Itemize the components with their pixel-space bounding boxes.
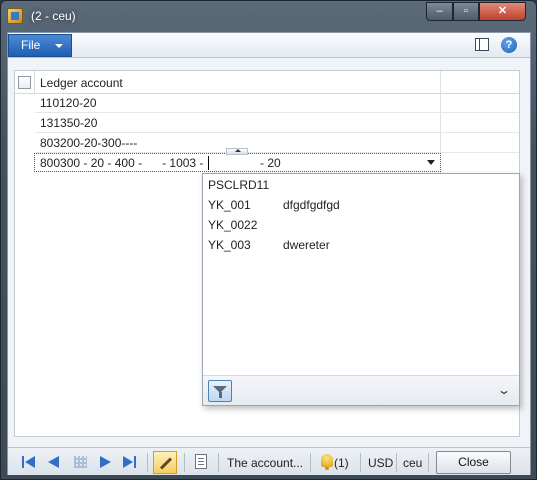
title-bar[interactable]: (2 - ceu) – ▫ ✕ [1,1,536,31]
file-menu-button[interactable]: File [8,34,72,57]
next-record-icon[interactable] [100,454,112,470]
filter-icon[interactable] [208,380,232,402]
text-cursor [208,156,209,170]
divider [184,453,185,472]
close-button[interactable]: Close [436,451,511,474]
layout-toggle-icon[interactable] [475,38,489,51]
dropdown-arrow-icon[interactable] [427,160,435,165]
ledger-account-cell: 131350-20 [40,116,98,130]
first-record-icon[interactable] [22,454,36,470]
attachments-icon[interactable] [195,454,207,469]
lookup-item-code: YK_003 [208,238,251,252]
ledger-account-cell: 110120-20 [40,96,97,110]
lookup-item[interactable]: PSCLRD11 [203,175,519,195]
chevron-down-icon [55,44,63,48]
ribbon: File ? [8,33,530,58]
divider [310,453,311,472]
file-menu-label: File [21,38,41,52]
divider [428,453,429,472]
segment-expand-handle[interactable] [226,148,248,155]
lookup-item[interactable]: YK_0022 [203,215,519,235]
window-title: (2 - ceu) [31,9,76,23]
currency-indicator[interactable]: USD [368,456,393,470]
chevron-down-icon[interactable]: ⌄ [497,383,511,397]
last-record-icon[interactable] [123,454,137,470]
divider [360,453,361,472]
app-icon [7,8,23,24]
select-all-checkbox[interactable] [18,76,31,89]
ledger-account-cell: 803200-20-300---- [40,136,138,150]
lookup-item-code: YK_0022 [208,218,258,232]
lookup-item-code: YK_001 [208,198,251,212]
close-window-button[interactable]: ✕ [479,2,526,21]
lookup-footer: ⌄ [203,375,519,405]
grid-header: Ledger account [15,71,519,94]
form-client-area: File ? Ledger account 110120-20 131350-2… [7,32,531,475]
application-window: (2 - ceu) – ▫ ✕ File ? Ledger account 11… [0,0,537,480]
notification-count[interactable]: (1) [334,456,349,470]
maximize-button[interactable]: ▫ [453,2,479,21]
status-message[interactable]: The account... [227,456,303,470]
lookup-item-description: dfgdfgdfgd [283,198,340,212]
table-row[interactable]: 110120-20 [35,93,519,113]
column-header-ledger-account[interactable]: Ledger account [40,76,123,90]
header-divider [34,71,35,94]
lookup-item[interactable]: YK_001 dfgdfgdfgd [203,195,519,215]
edit-mode-button[interactable] [153,451,177,474]
pencil-icon [159,457,173,470]
help-icon[interactable]: ? [501,37,517,53]
ledger-account-segment-editor[interactable]: 800300 - 20 - 400 - - 1003 - - 20 [34,148,441,172]
company-indicator[interactable]: ceu [403,456,422,470]
segment-text-before-cursor: 800300 - 20 - 400 - - 1003 - [40,156,204,170]
divider [396,453,397,472]
previous-record-icon[interactable] [48,454,60,470]
segment-text-after-cursor: - 20 [260,156,281,170]
grid-view-icon[interactable] [74,454,88,470]
lookup-item-code: PSCLRD11 [208,178,270,192]
table-row[interactable]: 803200-20-300---- [35,133,519,153]
lookup-item[interactable]: YK_003 dwereter [203,235,519,255]
divider [218,453,219,472]
divider [147,453,148,472]
segment-lookup-popup: PSCLRD11 YK_001 dfgdfgdfgd YK_0022 YK_00… [202,173,520,406]
status-bar: The account... (1) USD ceu Close [8,447,530,475]
bell-icon[interactable] [321,454,333,470]
table-row[interactable]: 131350-20 [35,113,519,133]
minimize-button[interactable]: – [426,2,453,21]
lookup-item-description: dwereter [283,238,330,252]
